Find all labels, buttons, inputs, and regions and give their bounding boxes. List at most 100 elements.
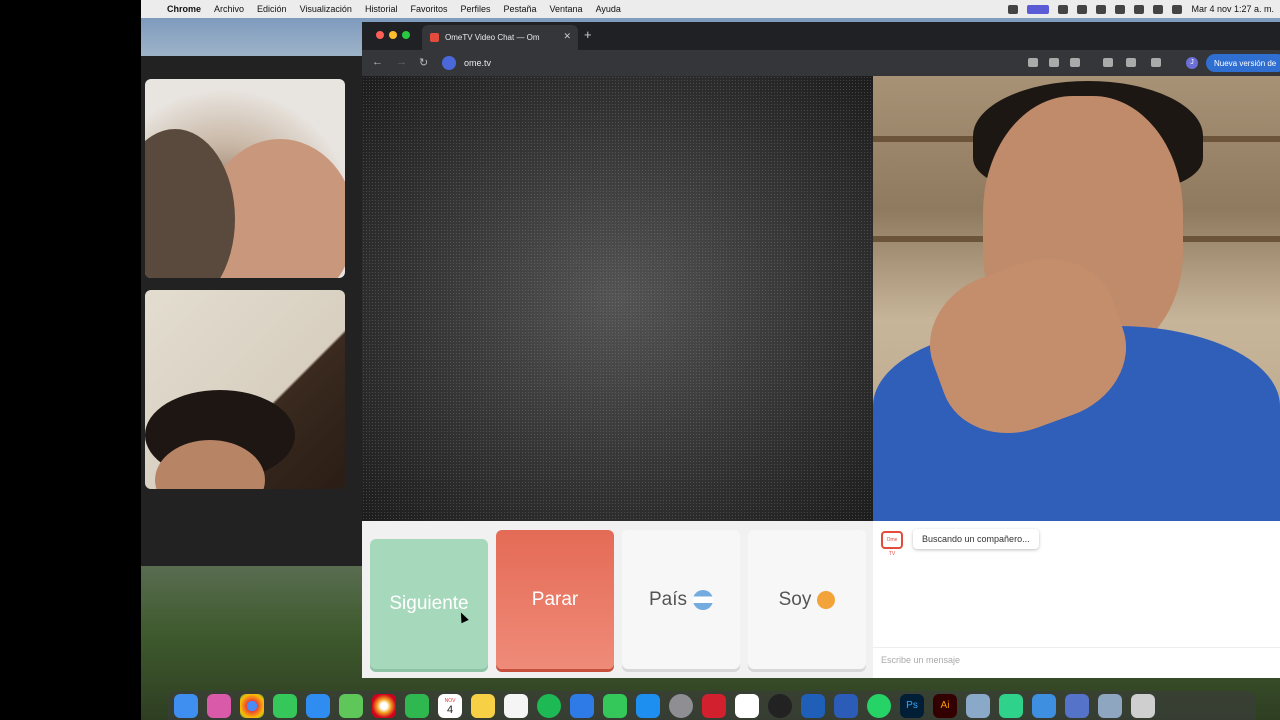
keynote-icon[interactable]: [570, 693, 594, 718]
next-button-label: Siguiente: [389, 593, 469, 614]
site-info-icon[interactable]: [442, 56, 456, 70]
tab-ometv[interactable]: OmeTV Video Chat — Om ✕: [422, 25, 578, 50]
menu-visualizacion[interactable]: Visualización: [300, 4, 352, 14]
notes-icon[interactable]: [471, 693, 495, 718]
menu-edicion[interactable]: Edición: [257, 4, 287, 14]
wifi-icon[interactable]: [1134, 4, 1145, 14]
stranger-video-static: [362, 76, 873, 521]
messages-icon[interactable]: [273, 693, 297, 718]
calendar-icon[interactable]: NOV 4: [438, 693, 462, 718]
close-window-button[interactable]: [376, 31, 384, 39]
menu-perfiles[interactable]: Perfiles: [460, 4, 490, 14]
participant-hair: [145, 129, 235, 278]
chrome-icon[interactable]: [240, 693, 264, 718]
xcode-icon[interactable]: [801, 693, 825, 718]
new-tab-button[interactable]: +: [584, 27, 592, 42]
launchpad-icon[interactable]: [207, 693, 231, 718]
maps-icon[interactable]: [339, 693, 363, 718]
chat-panel: Ome TV Buscando un compañero...: [873, 521, 1280, 678]
browser-toolbar: ← → ↻ ome.tv J Nueva versión de: [362, 50, 1280, 76]
bookmark-star-icon[interactable]: [1070, 58, 1080, 67]
menu-historial[interactable]: Historial: [365, 4, 398, 14]
extension-icon[interactable]: [1126, 58, 1136, 67]
ometv-logo: Ome TV: [881, 531, 903, 557]
participant-video-tile[interactable]: [145, 79, 345, 278]
gender-button[interactable]: Soy: [748, 530, 866, 669]
video-noise: [362, 76, 873, 521]
tab-title: OmeTV Video Chat — Om: [445, 33, 540, 42]
battery-icon[interactable]: [1115, 4, 1126, 14]
system-settings-icon[interactable]: [669, 693, 693, 718]
downloads-folder-icon[interactable]: [1098, 693, 1122, 718]
media-control-icon[interactable]: [1103, 58, 1113, 67]
trash-icon[interactable]: [1131, 693, 1155, 718]
update-chrome-button[interactable]: Nueva versión de: [1206, 54, 1280, 72]
green-app-icon[interactable]: [999, 693, 1023, 718]
control-center-icon[interactable]: [1172, 4, 1183, 14]
status-recording-icon[interactable]: [1027, 4, 1050, 14]
menubar-status-area: Mar 4 nov 1:27 a. m.: [1008, 0, 1274, 18]
maximize-window-button[interactable]: [402, 31, 410, 39]
back-button[interactable]: ←: [372, 56, 383, 68]
numbers-icon[interactable]: [603, 693, 627, 718]
browser-window: OmeTV Video Chat — Om ✕ + ← → ↻ ome.tv J…: [362, 22, 1280, 678]
spotify-icon[interactable]: [537, 693, 561, 718]
translate-icon[interactable]: [1049, 58, 1059, 67]
status-app-icon[interactable]: [1008, 4, 1019, 14]
macos-menubar: Chrome Archivo Edición Visualización His…: [141, 0, 1280, 18]
close-tab-icon[interactable]: ✕: [563, 31, 571, 42]
play-icon[interactable]: [1096, 4, 1107, 14]
preview-icon[interactable]: [966, 693, 990, 718]
app-store-icon[interactable]: [636, 693, 660, 718]
next-button[interactable]: Siguiente: [370, 539, 488, 669]
screen-share-icon[interactable]: [1065, 693, 1089, 718]
forward-button[interactable]: →: [396, 56, 407, 68]
ometv-page: Siguiente Parar País Soy Ome TV Buscando…: [362, 76, 1280, 678]
freeform-icon[interactable]: [504, 693, 528, 718]
reload-button[interactable]: ↻: [419, 56, 428, 69]
address-bar[interactable]: ome.tv: [442, 53, 1002, 73]
screenflow-icon[interactable]: [735, 693, 759, 718]
boy-emoji-icon: [817, 590, 836, 609]
dropbox-icon[interactable]: [1058, 4, 1069, 14]
mail-icon[interactable]: [306, 693, 330, 718]
argentina-flag-icon: [693, 589, 714, 610]
ometv-favicon: [430, 33, 439, 42]
stop-button-label: Parar: [531, 588, 579, 610]
url-text: ome.tv: [464, 58, 492, 68]
menu-ayuda[interactable]: Ayuda: [596, 4, 621, 14]
weather-icon[interactable]: [1032, 693, 1056, 718]
illustrator-icon[interactable]: Ai: [933, 693, 957, 718]
country-button[interactable]: País: [622, 530, 740, 669]
word-icon[interactable]: [834, 693, 858, 718]
obs-icon[interactable]: [768, 693, 792, 718]
install-app-icon[interactable]: [1028, 58, 1038, 67]
extensions-puzzle-icon[interactable]: [1151, 58, 1161, 67]
chat-controls: Siguiente Parar País Soy: [362, 521, 873, 678]
stop-button[interactable]: Parar: [496, 530, 614, 669]
country-button-label: País: [648, 588, 688, 610]
facetime-icon[interactable]: [405, 693, 429, 718]
photoshop-icon[interactable]: Ps: [900, 693, 924, 718]
message-input[interactable]: [873, 647, 1280, 671]
macos-dock: NOV 4 Ps Ai: [168, 691, 1256, 720]
menu-app-name[interactable]: Chrome: [167, 4, 201, 14]
finder-icon[interactable]: [174, 693, 198, 718]
menu-archivo[interactable]: Archivo: [214, 4, 244, 14]
profile-avatar[interactable]: J: [1186, 57, 1198, 69]
menubar-clock[interactable]: Mar 4 nov 1:27 a. m.: [1191, 4, 1274, 14]
photos-icon[interactable]: [372, 693, 396, 718]
search-icon[interactable]: [1153, 4, 1164, 14]
tab-strip: OmeTV Video Chat — Om ✕ +: [362, 22, 1280, 50]
sync-icon[interactable]: [1077, 4, 1088, 14]
whatsapp-icon[interactable]: [867, 693, 891, 718]
video-call-window: [141, 56, 362, 566]
participant-video-tile[interactable]: [145, 290, 345, 489]
red-app-icon[interactable]: [702, 693, 726, 718]
menu-ventana[interactable]: Ventana: [550, 4, 583, 14]
minimize-window-button[interactable]: [389, 31, 397, 39]
menu-pestana[interactable]: Pestaña: [503, 4, 536, 14]
gender-button-label: Soy: [778, 588, 812, 610]
calendar-day: 4: [446, 703, 454, 716]
menu-favoritos[interactable]: Favoritos: [410, 4, 447, 14]
